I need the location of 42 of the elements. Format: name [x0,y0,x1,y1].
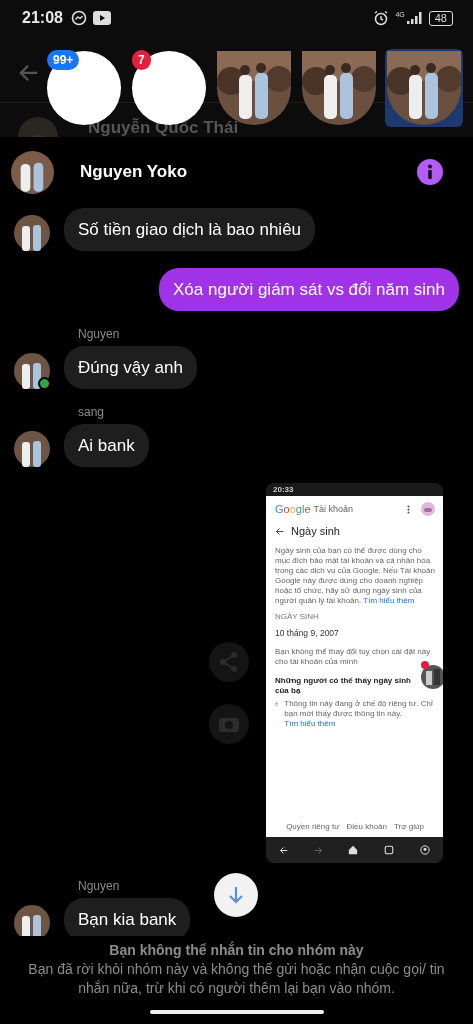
message-bubble: Số tiền giao dịch là bao nhiêu [64,208,316,251]
learn-more-link[interactable]: Tìm hiểu thêm [284,719,336,728]
note-text: Bạn không thể thay đổi tùy chọn cài đặt này cho tài khoản của mình [275,647,432,667]
message-bubble: Ai bank [64,424,149,467]
sender-name: sang [78,405,106,419]
privacy-text: Thông tin này đang ở chế độ riêng tư. Chỉ bạn mới thấy được thông tin này. Tìm hiểu thêm [284,699,434,729]
forward-arrow-icon[interactable] [313,845,323,855]
footer-link[interactable]: Trợ giúp [394,822,424,831]
learn-more-link[interactable]: Tìm hiểu thêm [363,596,415,605]
lock-icon [275,700,279,708]
shared-screenshot[interactable] [266,483,443,863]
footer-link[interactable]: Điều khoản [346,822,387,831]
page-title: Ngày sinh [291,525,340,537]
battery-level: 48 [428,10,453,26]
alarm-icon [373,10,390,26]
footer-link[interactable]: Quyền riêng tư [286,822,340,831]
birthday-value: 10 tháng 9, 2007 [275,628,340,638]
section-label: NGÀY SINH [275,612,320,621]
google-logo: Google [275,503,311,515]
status-time: 21:08 [22,9,63,27]
intro-text: Ngày sinh của bạn có thể được dùng cho mục đích bảo mật tài khoản và cá nhân hóa trong các dịch vụ của Google. Nếu Tài khoản Google này được dùng cho doanh nghiệp hoặc tổ chức, hãy sử dụng ngày sinh của người quản lý tài khoản. Tìm hiểu thêm [275,546,435,606]
info-icon[interactable] [417,159,443,185]
unread-badge: 99+ [47,50,80,70]
more-icon[interactable] [407,504,410,514]
back-arrow-icon[interactable] [275,526,284,536]
notice-text: Bạn đã rời khỏi nhóm này và không thể gửi hoặc nhận cuộc gọi/ tin nhắn nữa, trừ khi có người thêm lại bạn vào nhóm. [27,960,446,998]
account-icon[interactable] [420,845,431,855]
signal-icon [406,12,423,24]
home-icon[interactable] [348,845,359,855]
sender-name: Nguyen [78,327,121,341]
visibility-title: Những người có thể thấy ngày sinh của bạ [275,676,412,696]
sender-name: Nguyen [78,879,121,893]
notice-title: Bạn không thể nhắn tin cho nhóm này [109,942,364,958]
chat-title: Nguyen Yoko [80,162,188,182]
product-name: Tài khoản [313,504,354,514]
arrow-down-icon [226,885,246,905]
status-time: 20:33 [273,485,294,494]
tabs-icon[interactable] [384,845,395,855]
messenger-icon [70,10,87,26]
message-bubble: Xóa người giám sát vs đổi năm sinh [159,268,459,311]
video-play-icon [92,11,111,25]
message-bubble: Đúng vậy anh [64,346,197,389]
